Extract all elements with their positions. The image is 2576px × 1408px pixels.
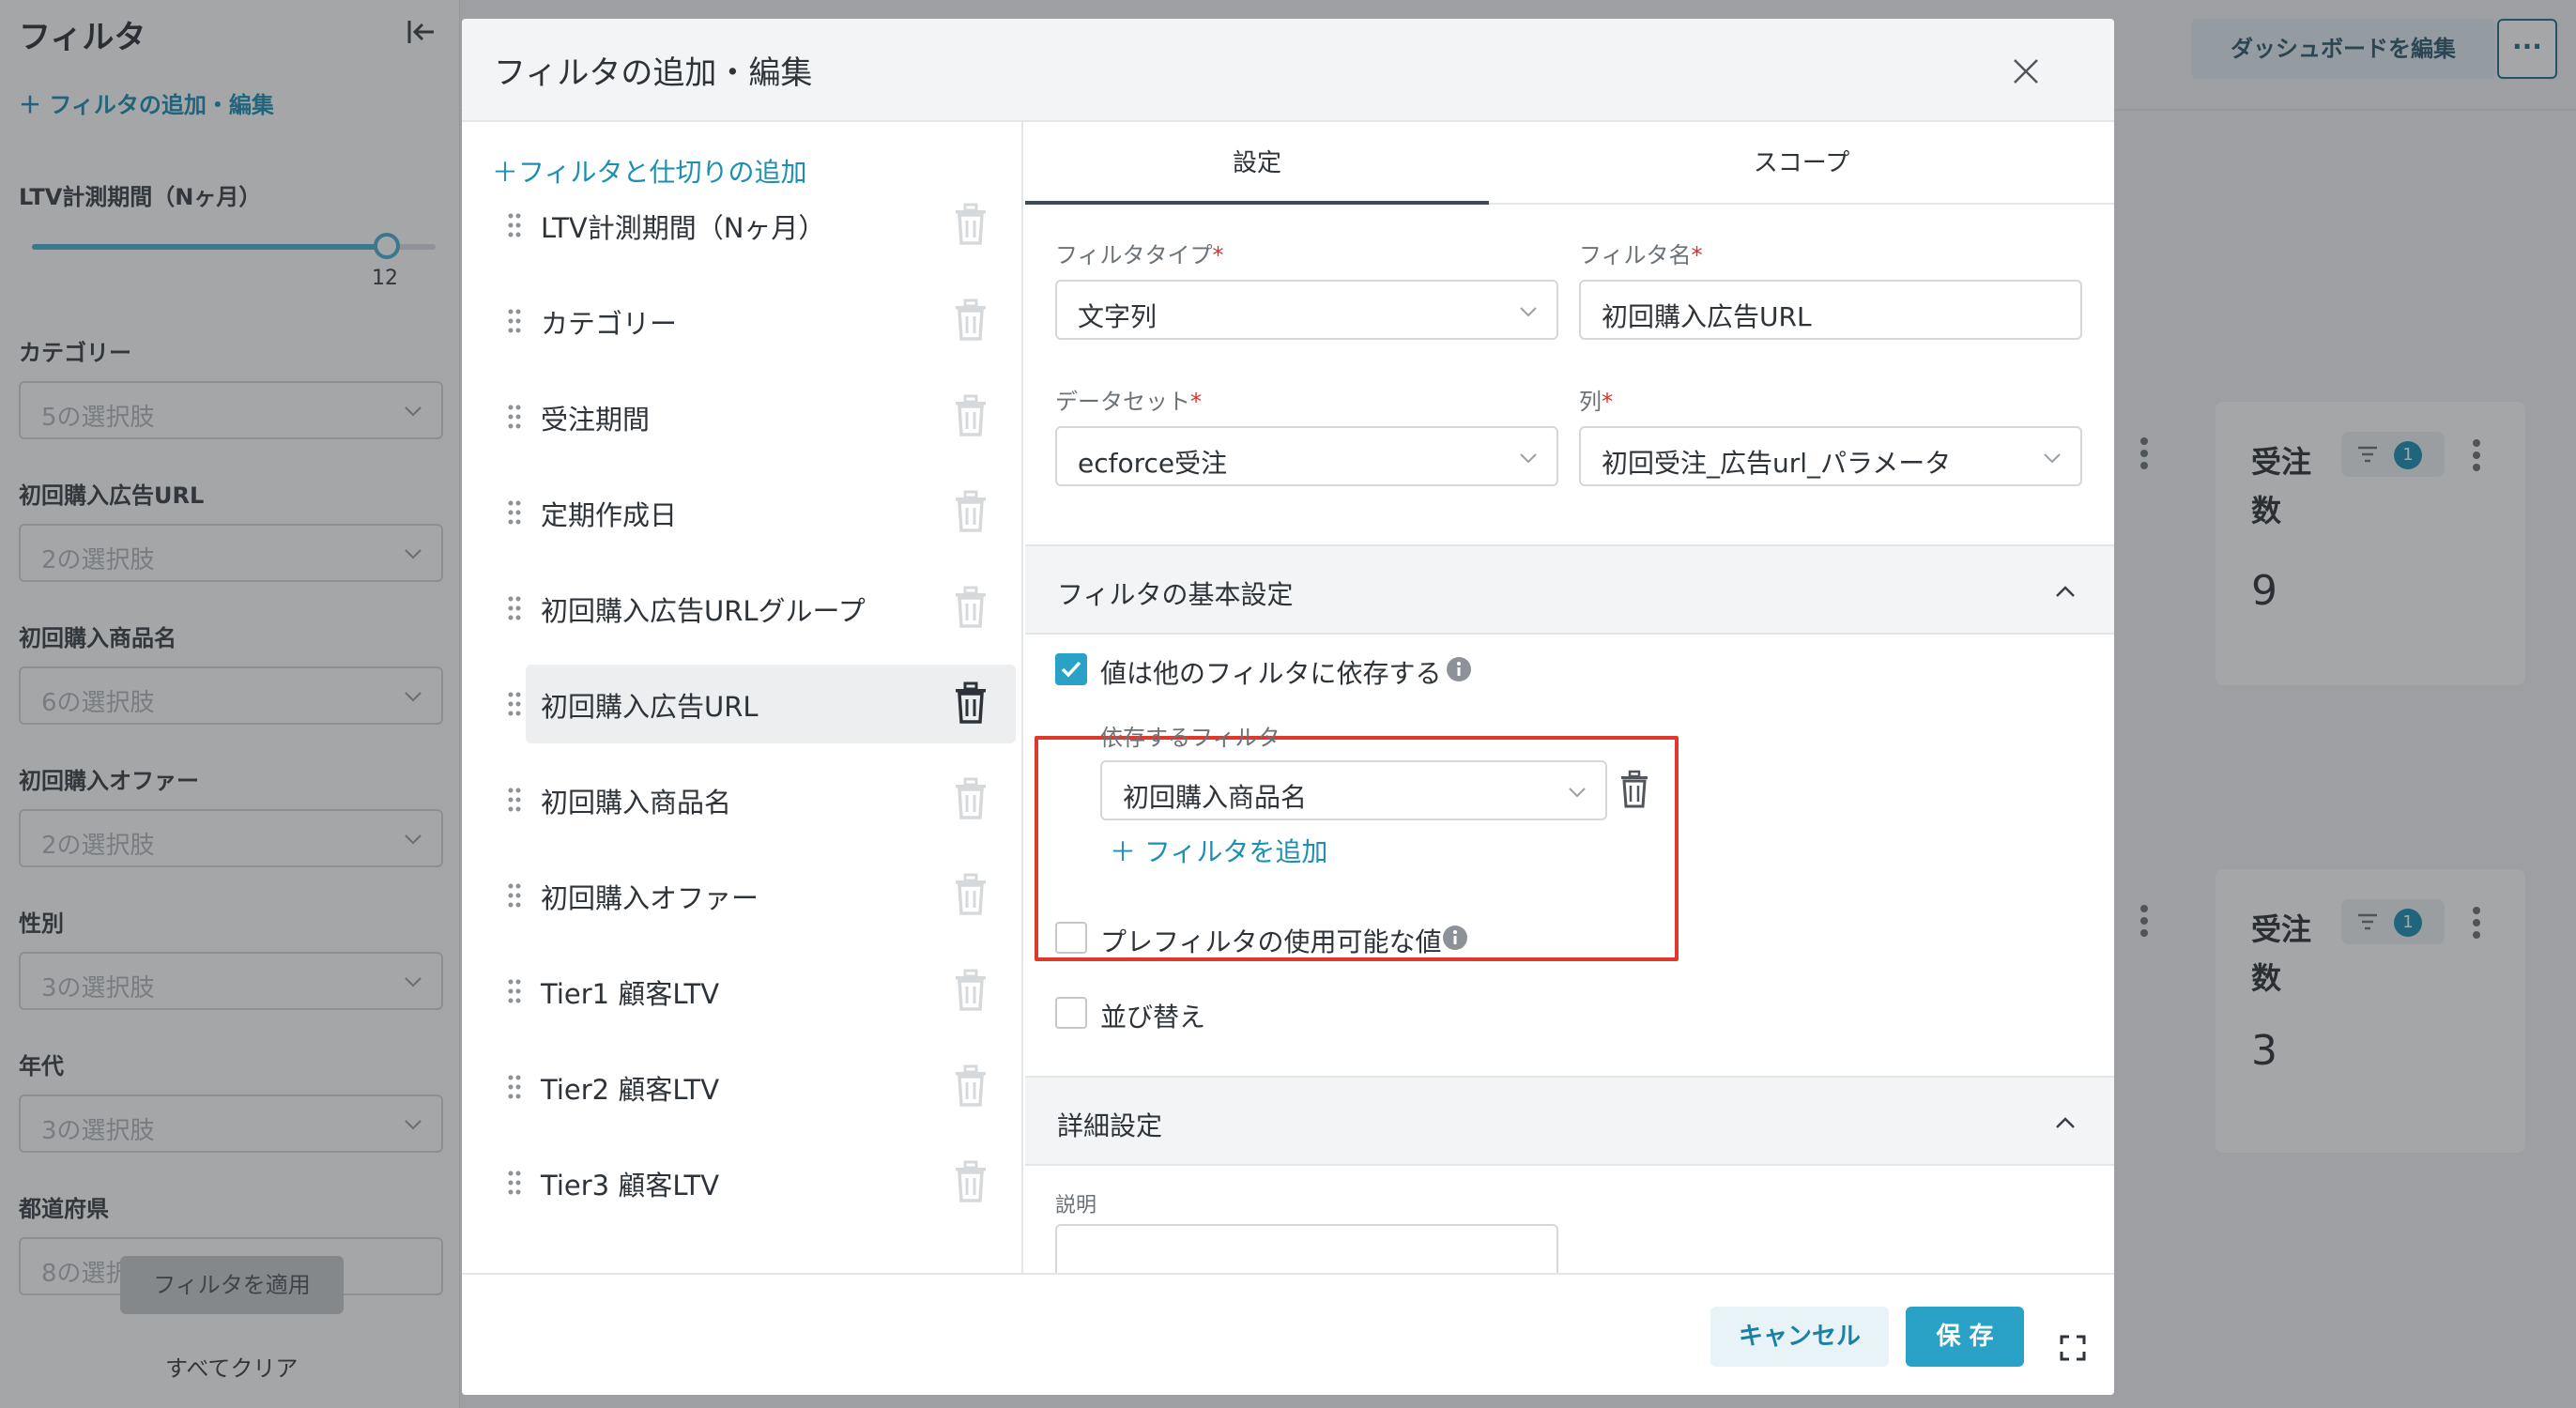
modal-title: フィルタの追加・編集	[494, 54, 813, 92]
filter-list-item-label: Tier2 顧客LTV	[541, 1074, 720, 1106]
filter-list-item[interactable]: 初回購入広告URLグループ	[508, 569, 1016, 648]
trash-icon[interactable]	[952, 298, 989, 342]
description-label: 説明	[1055, 1194, 1097, 1217]
drag-handle-icon[interactable]	[507, 304, 522, 338]
drag-handle-icon[interactable]	[507, 879, 522, 912]
plus-icon: ＋	[492, 157, 519, 188]
filter-list-item-label: 定期作成日	[541, 499, 678, 531]
filter-list-item-label: Tier1 顧客LTV	[541, 978, 720, 1010]
plus-icon: ＋	[1110, 836, 1144, 867]
chevron-down-icon	[1520, 453, 1537, 464]
filter-list-item[interactable]: 受注期間	[508, 377, 1016, 456]
trash-icon[interactable]	[952, 1064, 989, 1108]
modal-footer: キャンセル 保 存	[462, 1273, 2114, 1395]
filter-list-item-label: 初回購入商品名	[541, 787, 732, 819]
info-icon[interactable]	[1446, 656, 1472, 682]
drag-handle-icon[interactable]	[507, 400, 522, 434]
filter-list-item[interactable]: 初回購入オファー	[508, 856, 1016, 935]
dependent-filter-select[interactable]: 初回購入商品名	[1100, 760, 1607, 820]
chevron-up-icon	[2056, 586, 2075, 597]
chevron-down-icon	[1520, 307, 1537, 317]
settings-tabs: 設定 スコープ	[1025, 122, 2114, 205]
trash-icon[interactable]	[952, 969, 989, 1012]
drag-handle-icon[interactable]	[507, 496, 522, 529]
filter-list-item-label: 受注期間	[541, 404, 651, 436]
drag-handle-icon[interactable]	[507, 974, 522, 1008]
add-dependent-filter-link[interactable]: ＋ フィルタを追加	[1110, 832, 1327, 869]
sort-label: 並び替え	[1100, 1002, 1206, 1033]
depends-label: 値は他のフィルタに依存する	[1100, 658, 1442, 689]
filter-list-item-label: LTV計測期間（Nヶ月）	[541, 212, 826, 244]
trash-icon[interactable]	[952, 490, 989, 533]
trash-icon[interactable]	[952, 681, 989, 725]
drag-handle-icon[interactable]	[507, 1166, 522, 1200]
filter-name-label: フィルタ名*	[1579, 242, 1703, 268]
filter-list-item[interactable]: LTV計測期間（Nヶ月）	[508, 186, 1016, 265]
advanced-settings-title: 詳細設定	[1057, 1110, 1163, 1141]
add-filter-divider-link[interactable]: ＋フィルタと仕切りの追加	[492, 152, 806, 190]
filter-list-item[interactable]: 初回購入広告URL	[508, 665, 1016, 743]
drag-handle-icon[interactable]	[507, 687, 522, 721]
check-icon	[1061, 661, 1081, 678]
add-filter-divider-label: フィルタと仕切りの追加	[518, 157, 807, 188]
filter-list-item[interactable]: 定期作成日	[508, 473, 1016, 552]
drag-handle-icon[interactable]	[507, 783, 522, 817]
description-textarea[interactable]	[1055, 1224, 1558, 1273]
expand-icon[interactable]	[2058, 1333, 2088, 1363]
filter-settings-panel: 設定 スコープ フィルタタイプ* 文字列 フィルタ名* 初回購入広告URL デー…	[1025, 122, 2114, 1273]
column-select[interactable]: 初回受注_広告url_パラメータ	[1579, 426, 2082, 486]
dataset-select[interactable]: ecforce受注	[1055, 426, 1558, 486]
filter-list-item[interactable]: Tier1 顧客LTV	[508, 952, 1016, 1031]
chevron-down-icon	[2044, 453, 2061, 464]
trash-icon[interactable]	[952, 586, 989, 629]
info-icon[interactable]	[1442, 925, 1468, 951]
trash-icon[interactable]	[1618, 770, 1650, 809]
sort-checkbox[interactable]	[1055, 997, 1087, 1029]
filter-list-item-label: Tier3 顧客LTV	[541, 1170, 720, 1201]
tab-settings[interactable]: 設定	[1025, 122, 1489, 205]
chevron-up-icon	[2056, 1117, 2075, 1128]
filter-list-item[interactable]: カテゴリー	[508, 282, 1016, 360]
save-button[interactable]: 保 存	[1906, 1307, 2024, 1367]
trash-icon[interactable]	[952, 203, 989, 246]
prefilter-checkbox[interactable]	[1055, 922, 1087, 954]
trash-icon[interactable]	[952, 394, 989, 437]
filter-list-item[interactable]: 初回購入商品名	[508, 760, 1016, 839]
dependent-filter-label: 依存するフィルタ	[1100, 725, 1280, 751]
modal-header: フィルタの追加・編集	[462, 19, 2114, 122]
cancel-button[interactable]: キャンセル	[1710, 1307, 1889, 1367]
filter-list-item-label: 初回購入広告URLグループ	[541, 595, 866, 627]
filter-list-item[interactable]: Tier2 顧客LTV	[508, 1048, 1016, 1126]
trash-icon[interactable]	[952, 1160, 989, 1203]
basic-settings-title: フィルタの基本設定	[1057, 579, 1294, 610]
filter-edit-modal: フィルタの追加・編集 ＋フィルタと仕切りの追加 LTV計測期間（Nヶ月） カテゴリ…	[462, 19, 2114, 1395]
filter-type-label: フィルタタイプ*	[1055, 242, 1224, 268]
prefilter-label: プレフィルタの使用可能な値	[1100, 926, 1442, 957]
filter-list-item-label: 初回購入広告URL	[541, 691, 759, 723]
add-dependent-filter-label: フィルタを追加	[1143, 836, 1328, 867]
depends-checkbox[interactable]	[1055, 653, 1087, 685]
drag-handle-icon[interactable]	[507, 1070, 522, 1104]
filter-type-select[interactable]: 文字列	[1055, 280, 1558, 340]
drag-handle-icon[interactable]	[507, 591, 522, 625]
close-icon[interactable]	[2007, 53, 2045, 90]
trash-icon[interactable]	[952, 873, 989, 916]
trash-icon[interactable]	[952, 777, 989, 820]
filter-list-item-label: カテゴリー	[541, 308, 678, 340]
tab-scope[interactable]: スコープ	[1489, 122, 2114, 205]
chevron-down-icon	[1569, 788, 1586, 798]
column-label: 列*	[1579, 389, 1613, 415]
drag-handle-icon[interactable]	[507, 208, 522, 242]
filter-list-item-label: 初回購入オファー	[541, 882, 759, 914]
dataset-label: データセット*	[1055, 389, 1202, 415]
filter-list-item[interactable]: Tier3 顧客LTV	[508, 1143, 1016, 1222]
filter-list-panel: ＋フィルタと仕切りの追加 LTV計測期間（Nヶ月） カテゴリー受注期間定期作成日初…	[462, 122, 1023, 1273]
basic-settings-header[interactable]: フィルタの基本設定	[1025, 544, 2114, 635]
filter-name-input[interactable]: 初回購入広告URL	[1579, 280, 2082, 340]
advanced-settings-header[interactable]: 詳細設定	[1025, 1076, 2114, 1166]
